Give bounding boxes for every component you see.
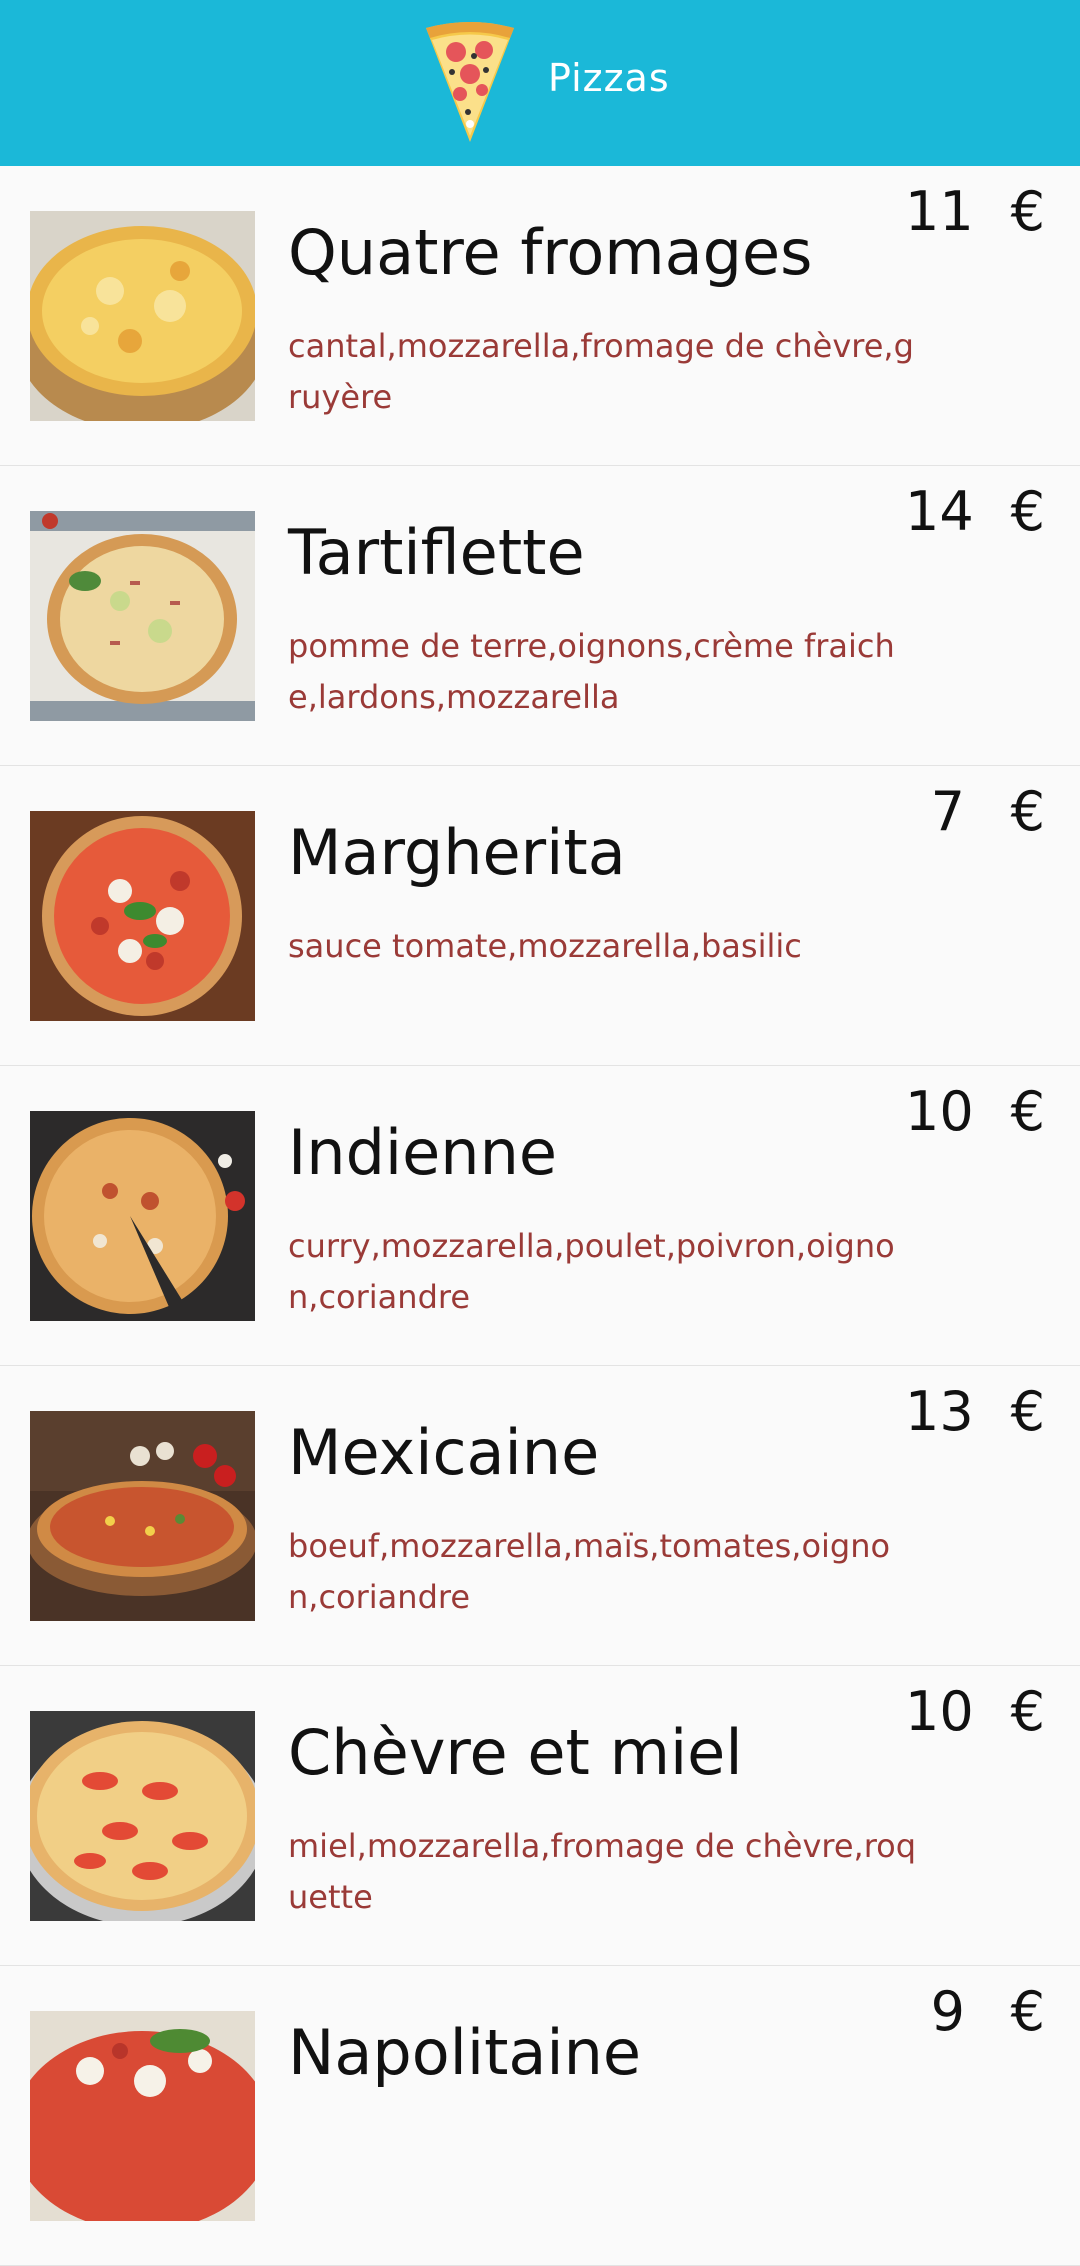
- pizza-price: 14 €: [905, 480, 1045, 543]
- pizza-name: Margherita: [288, 816, 626, 889]
- pizza-price: 11 €: [905, 180, 1045, 243]
- tartiflette-pizza-photo: [30, 511, 255, 721]
- napolitaine-pizza-photo: [30, 2011, 255, 2221]
- pizza-name: Tartiflette: [288, 516, 585, 589]
- pizza-name: Napolitaine: [288, 2016, 642, 2089]
- pizza-item-quatre-fromages[interactable]: Quatre fromages cantal,mozzarella,fromag…: [0, 166, 1080, 466]
- pizza-price: 9 €: [905, 1980, 1045, 2043]
- currency-symbol: €: [1010, 1380, 1045, 1443]
- pizza-item-chevre-et-miel[interactable]: Chèvre et miel miel,mozzarella,fromage d…: [0, 1666, 1080, 1966]
- pizza-item-indienne[interactable]: Indienne curry,mozzarella,poulet,poivron…: [0, 1066, 1080, 1366]
- currency-symbol: €: [1010, 180, 1045, 243]
- pizza-ingredients: sauce tomate,mozzarella,basilic: [288, 927, 802, 965]
- pizza-item-margherita[interactable]: Margherita sauce tomate,mozzarella,basil…: [0, 766, 1080, 1066]
- pizza-item-napolitaine[interactable]: Napolitaine 9 €: [0, 1966, 1080, 2266]
- price-value: 10: [905, 1080, 974, 1143]
- pizza-ingredients: pomme de terre,oignons,crème fraiche,lar…: [288, 627, 895, 716]
- price-value: 14: [905, 480, 974, 543]
- pizza-name: Chèvre et miel: [288, 1716, 743, 1789]
- currency-symbol: €: [1010, 1080, 1045, 1143]
- pizza-ingredients: boeuf,mozzarella,maïs,tomates,oignon,cor…: [288, 1527, 891, 1616]
- app-bar: Pizzas: [0, 0, 1080, 166]
- price-value: 10: [905, 1680, 974, 1743]
- price-value: 7: [930, 780, 965, 843]
- pizza-item-tartiflette[interactable]: Tartiflette pomme de terre,oignons,crème…: [0, 466, 1080, 766]
- currency-symbol: €: [1010, 780, 1045, 843]
- currency-symbol: €: [1010, 480, 1045, 543]
- pizza-ingredients: cantal,mozzarella,fromage de chèvre,gruy…: [288, 327, 914, 416]
- pizza-name: Indienne: [288, 1116, 558, 1189]
- four-cheese-pizza-photo: [30, 211, 255, 421]
- pizza-slice-icon: [426, 22, 514, 142]
- app-title: Pizzas: [548, 56, 670, 100]
- mexican-pizza-photo: [30, 1411, 255, 1621]
- pizza-price: 10 €: [905, 1680, 1045, 1743]
- goat-cheese-honey-pizza-photo: [30, 1711, 255, 1921]
- price-value: 9: [930, 1980, 965, 2043]
- pizza-item-mexicaine[interactable]: Mexicaine boeuf,mozzarella,maïs,tomates,…: [0, 1366, 1080, 1666]
- pizza-ingredients: miel,mozzarella,fromage de chèvre,roquet…: [288, 1827, 917, 1916]
- pizza-ingredients: curry,mozzarella,poulet,poivron,oignon,c…: [288, 1227, 895, 1316]
- pizza-name: Mexicaine: [288, 1416, 600, 1489]
- pizza-price: 13 €: [905, 1380, 1045, 1443]
- price-value: 13: [905, 1380, 974, 1443]
- pizza-list[interactable]: Quatre fromages cantal,mozzarella,fromag…: [0, 166, 1080, 2266]
- margherita-pizza-photo: [30, 811, 255, 1021]
- pizza-price: 7 €: [905, 780, 1045, 843]
- currency-symbol: €: [1010, 1980, 1045, 2043]
- pizza-name: Quatre fromages: [288, 216, 813, 289]
- price-value: 11: [905, 180, 974, 243]
- currency-symbol: €: [1010, 1680, 1045, 1743]
- pizza-price: 10 €: [905, 1080, 1045, 1143]
- indian-pizza-photo: [30, 1111, 255, 1321]
